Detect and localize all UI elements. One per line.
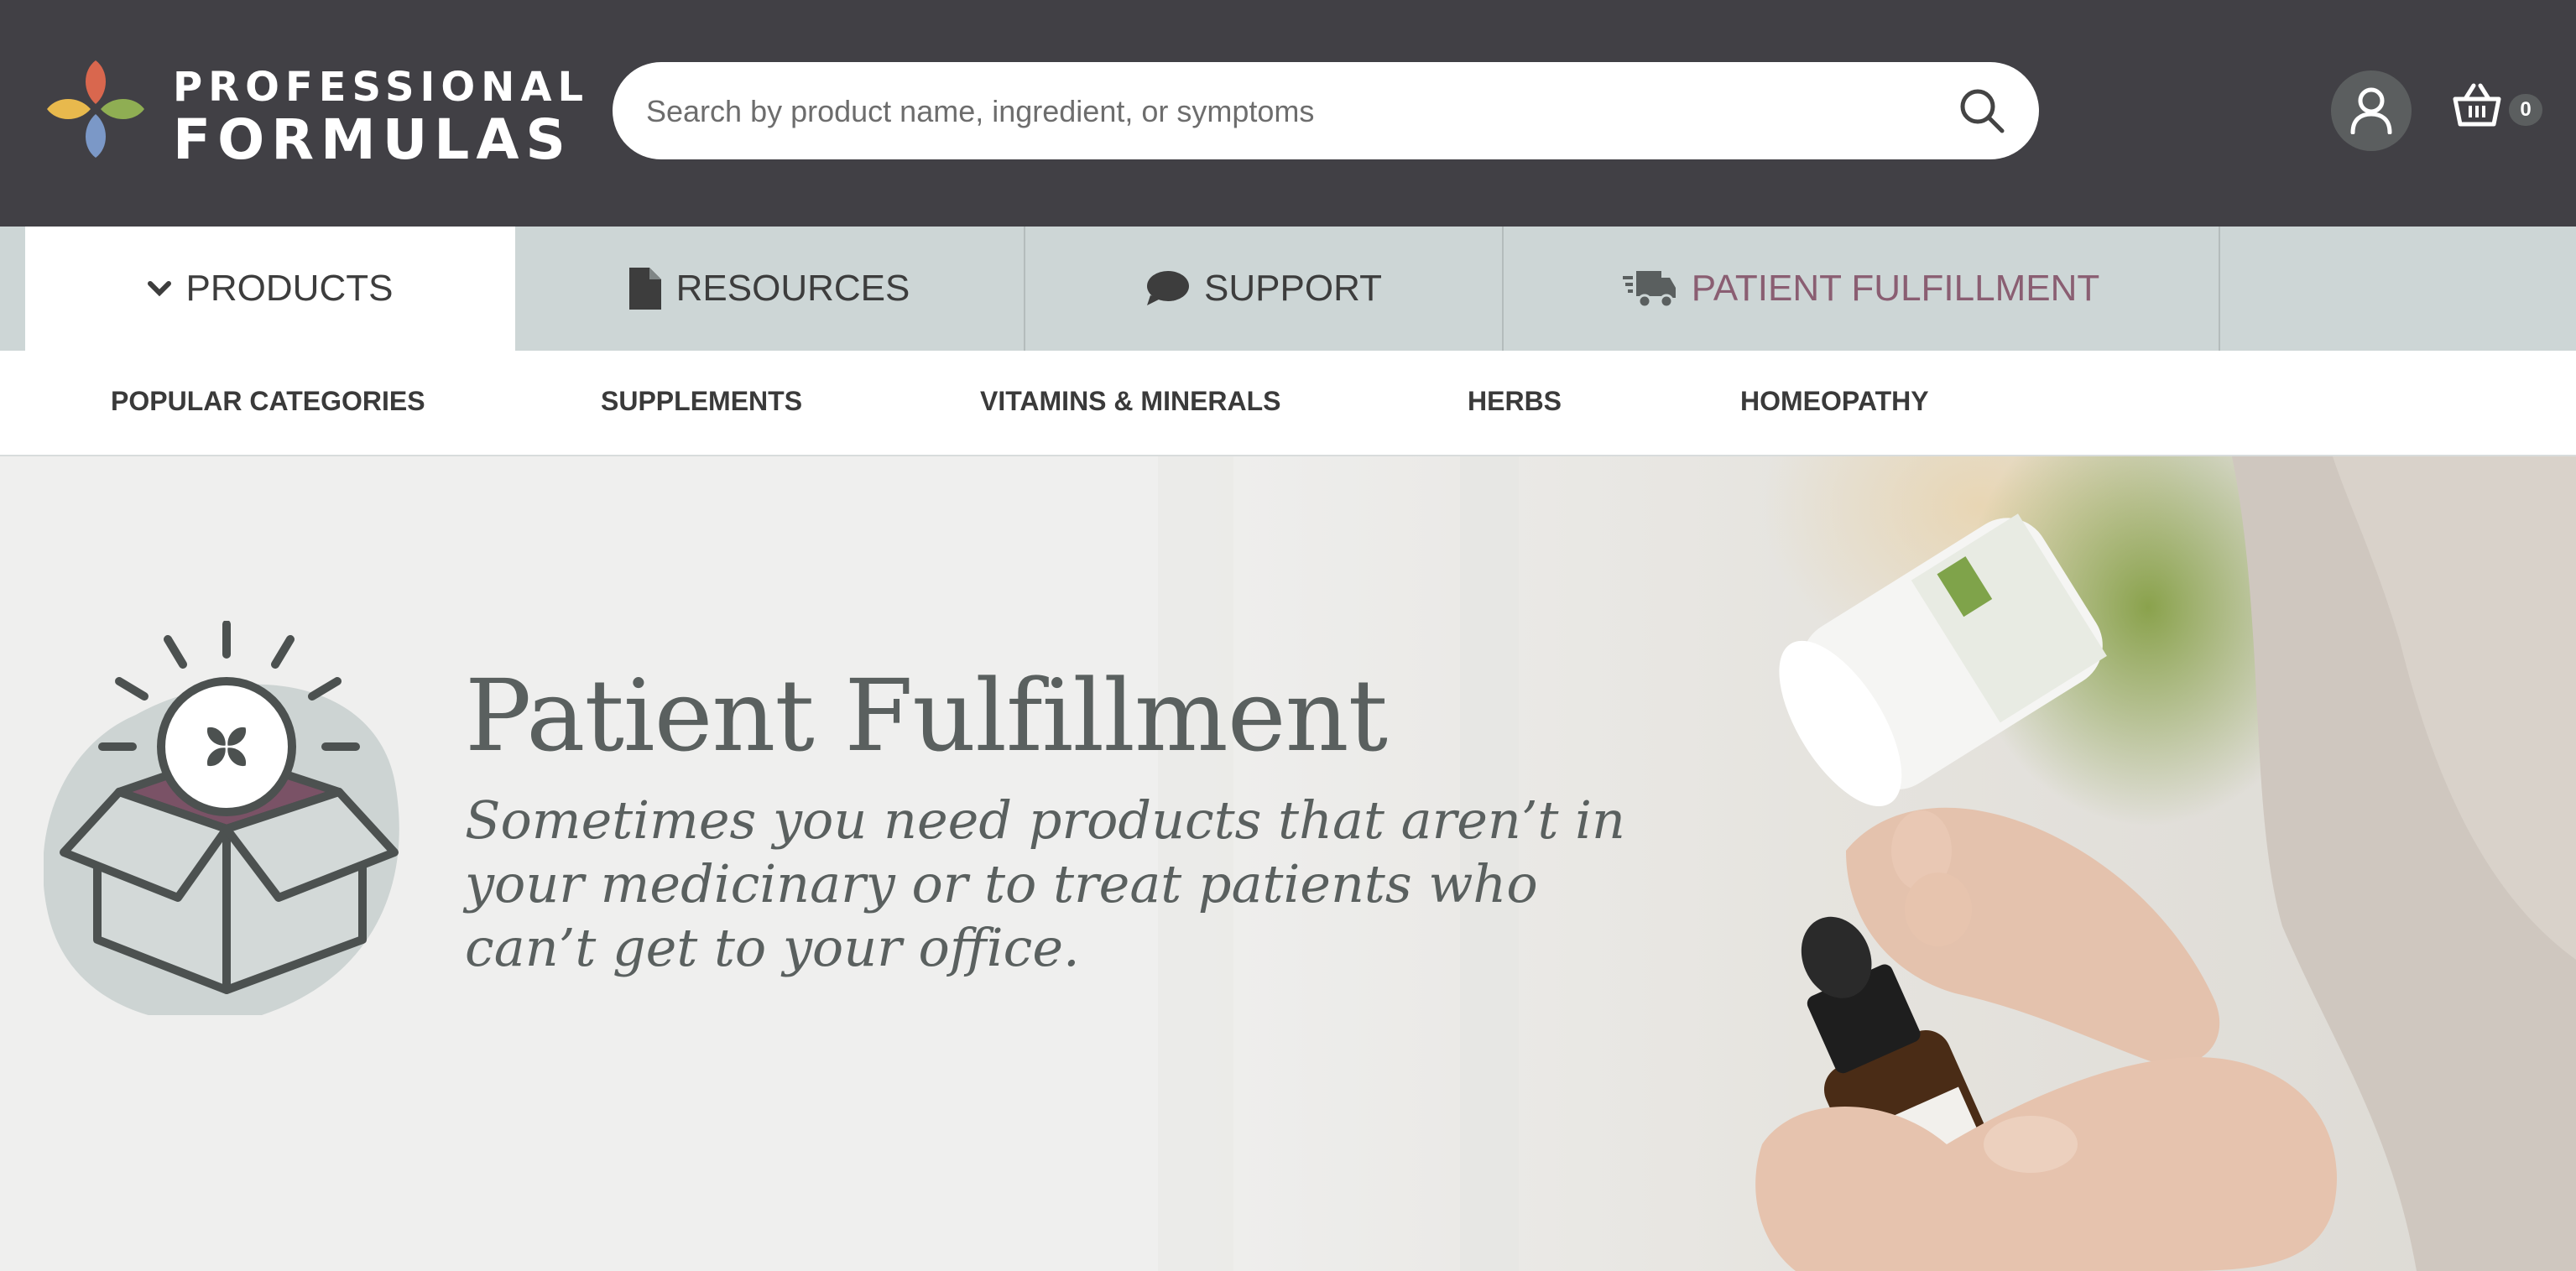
tab-products[interactable]: PRODUCTS [25, 227, 515, 351]
subnav-item-homeopathy[interactable]: HOMEOPATHY [1740, 386, 1929, 417]
search-icon [1960, 89, 2005, 133]
hero-banner: Patient Fulfillment Sometimes you need p… [0, 456, 2576, 1271]
subnav-item-popular-categories[interactable]: POPULAR CATEGORIES [111, 386, 425, 417]
cart-button[interactable] [2452, 82, 2511, 138]
document-icon [628, 268, 661, 310]
clover-logo-icon [47, 60, 144, 158]
chat-bubble-icon [1145, 270, 1190, 307]
tab-support[interactable]: SUPPORT [1025, 227, 1504, 351]
open-box-icon [44, 621, 399, 1015]
account-button[interactable] [2331, 70, 2412, 151]
tab-patient-fulfillment[interactable]: PATIENT FULFILLMENT [1504, 227, 2220, 351]
main-navigation: PRODUCTS RESOURCES SUPPORT PATIENT FULFI… [0, 227, 2576, 351]
user-icon [2350, 87, 2392, 134]
subnav-item-vitamins-minerals[interactable]: VITAMINS & MINERALS [980, 386, 1281, 417]
tab-resources[interactable]: RESOURCES [515, 227, 1025, 351]
site-header: PROFESSIONAL FORMULAS 0 [0, 0, 2576, 227]
subnav-item-herbs[interactable]: HERBS [1468, 386, 1562, 417]
chevron-down-icon [147, 280, 171, 297]
tab-resources-label: RESOURCES [675, 268, 910, 309]
sub-navigation: POPULAR CATEGORIES SUPPLEMENTS VITAMINS … [0, 351, 2576, 456]
basket-icon [2453, 83, 2501, 127]
search-button[interactable] [1958, 87, 2005, 134]
search-input[interactable] [644, 82, 1906, 141]
subnav-item-supplements[interactable]: SUPPLEMENTS [601, 386, 802, 417]
tab-products-label: PRODUCTS [185, 268, 394, 309]
brand-line-2: FORMULAS [173, 107, 572, 172]
brand-line-1: PROFESSIONAL [173, 64, 590, 111]
cart-count-badge: 0 [2509, 94, 2542, 126]
hero-title: Patient Fulfillment [465, 658, 1388, 774]
tab-patient-fulfillment-label: PATIENT FULFILLMENT [1691, 268, 2100, 309]
brand-wordmark: PROFESSIONAL FORMULAS [173, 64, 589, 169]
brand-logo[interactable]: PROFESSIONAL FORMULAS [44, 57, 583, 169]
search-bar [613, 62, 2039, 159]
delivery-truck-icon [1622, 268, 1676, 310]
tab-support-label: SUPPORT [1204, 268, 1382, 309]
hero-subtitle: Sometimes you need products that aren’t … [465, 789, 1625, 978]
